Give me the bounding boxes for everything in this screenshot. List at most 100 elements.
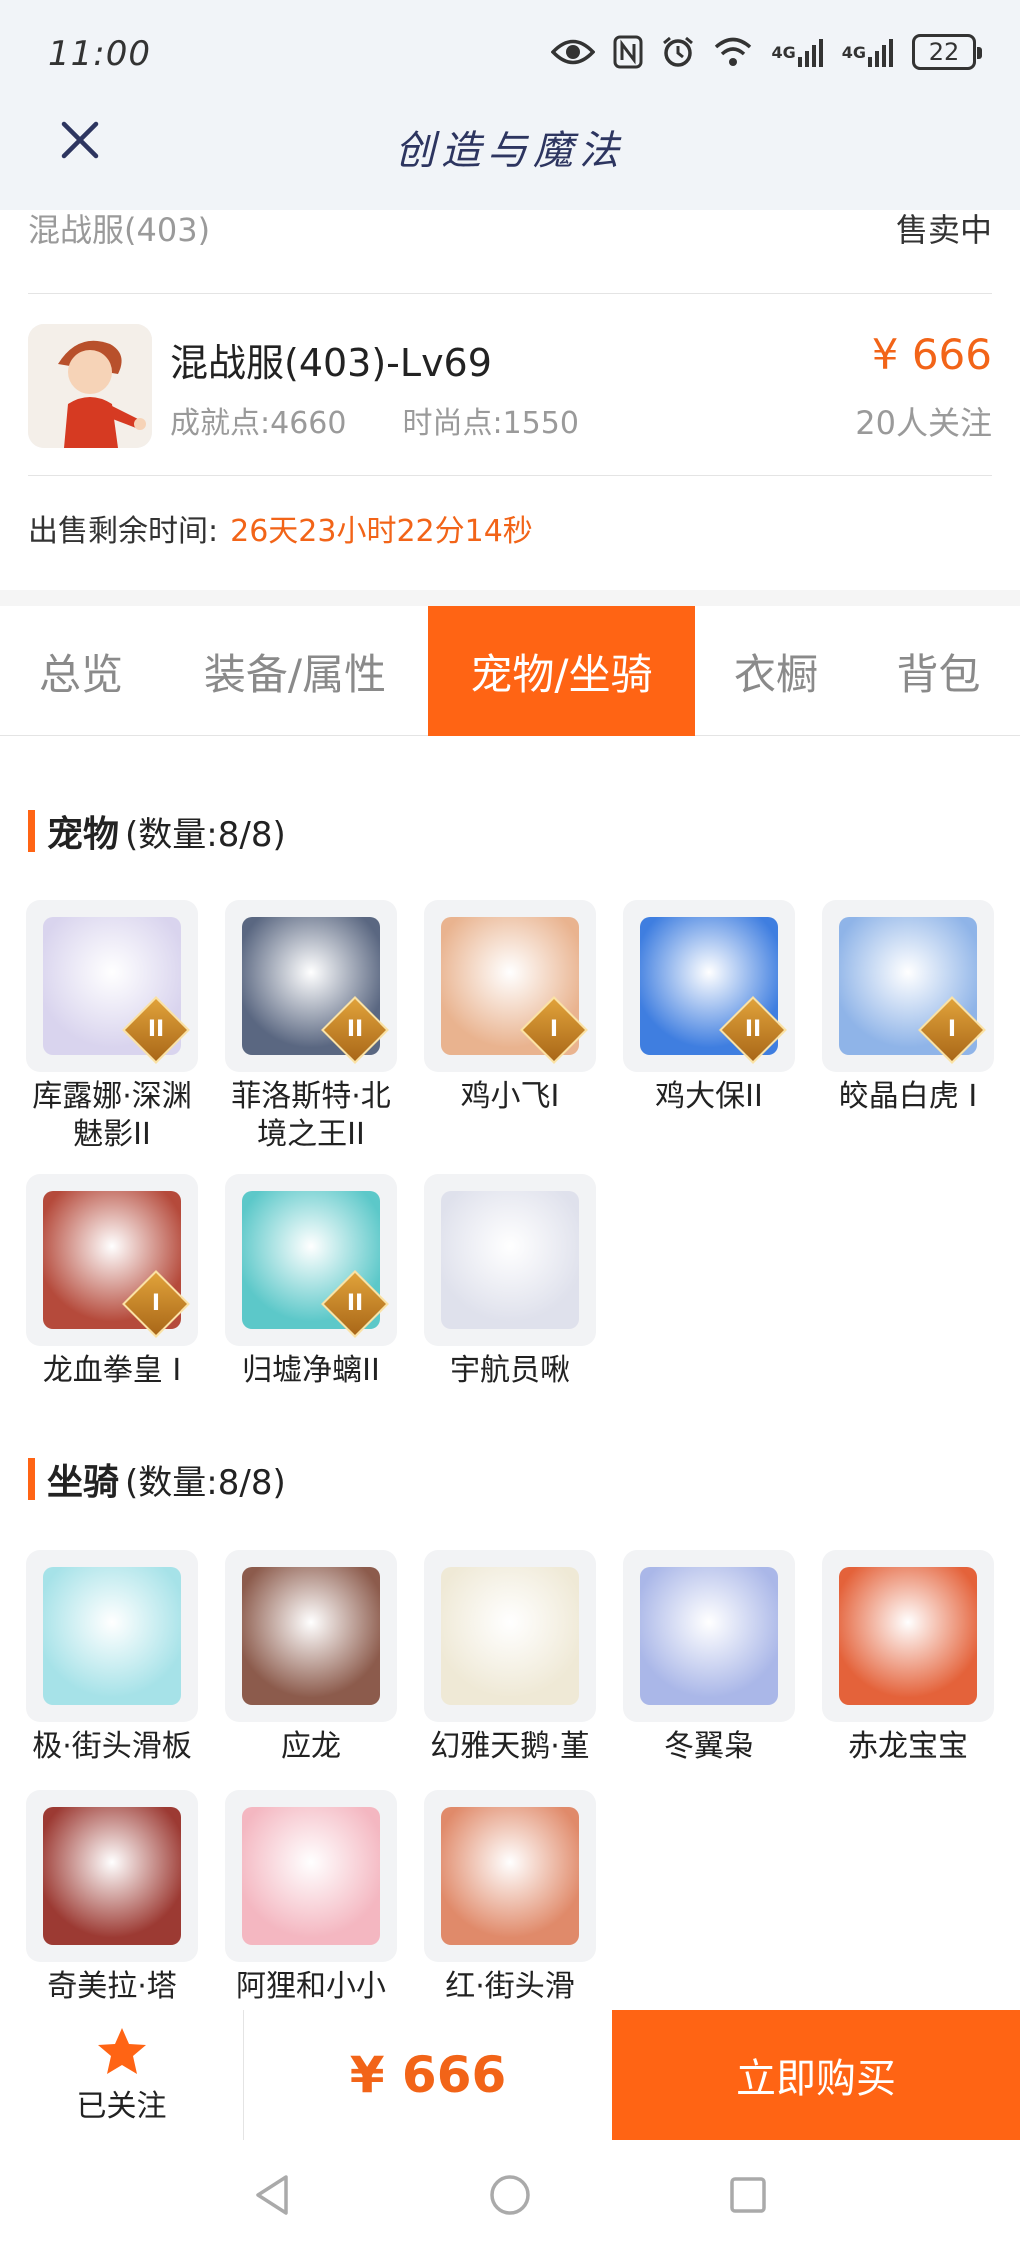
pet-card[interactable]: I 鸡小飞I	[424, 900, 596, 1154]
pet-name: 鸡小飞I	[460, 1079, 560, 1114]
item-artwork	[640, 1567, 778, 1705]
pet-image: I	[424, 900, 596, 1072]
pet-card[interactable]: 宇航员啾	[424, 1174, 596, 1390]
mount-image	[225, 1550, 397, 1722]
star-icon	[97, 2028, 146, 2074]
pets-section-header: 宠物 (数量:8/8)	[28, 806, 286, 856]
signal-icon-2: 4G	[842, 37, 894, 67]
tab-equipment[interactable]: 装备/属性	[162, 606, 428, 736]
section-divider	[0, 590, 1020, 606]
recents-icon	[730, 2177, 766, 2213]
mount-name: 红·街头滑	[445, 1969, 575, 2004]
character-stats: 成就点:4660 时尚点:1550	[170, 398, 579, 442]
buy-now-button[interactable]: 立即购买	[612, 2010, 1020, 2140]
pet-card[interactable]: I 龙血拳皇 I	[26, 1174, 198, 1390]
tab-pets-mounts[interactable]: 宠物/坐骑	[428, 606, 695, 736]
pets-count: (数量:8/8)	[125, 814, 286, 855]
mount-name: 冬翼枭	[664, 1729, 754, 1764]
item-artwork	[441, 1807, 579, 1945]
server-row: 混战服(403) 售卖中	[28, 210, 992, 294]
mount-image	[26, 1550, 198, 1722]
home-nav-button[interactable]	[486, 2171, 534, 2219]
pet-name: 皎晶白虎 I	[838, 1079, 978, 1114]
mount-card[interactable]: 奇美拉·塔	[26, 1790, 198, 2010]
pet-card[interactable]: II 菲洛斯特·北境之王II	[225, 900, 397, 1154]
grade-badge-label: II	[346, 1017, 364, 1042]
mount-card[interactable]: 红·街头滑	[424, 1790, 596, 2010]
item-artwork	[242, 1567, 380, 1705]
grade-badge-label: I	[151, 1291, 161, 1316]
pet-card[interactable]: II 库露娜·深渊魅影II	[26, 900, 198, 1154]
tab-backpack[interactable]: 背包	[857, 606, 1020, 736]
pet-image: II	[623, 900, 795, 1072]
recents-nav-button[interactable]	[724, 2171, 772, 2219]
pet-card[interactable]: I 皎晶白虎 I	[822, 900, 994, 1154]
page-title: 创造与魔法	[395, 128, 625, 174]
back-icon	[256, 2175, 288, 2215]
mount-card[interactable]: 冬翼枭	[623, 1550, 795, 1770]
fashion-points: 时尚点:1550	[402, 406, 579, 441]
grade-badge-label: I	[947, 1017, 957, 1042]
pet-name: 库露娜·深渊魅影II	[32, 1079, 192, 1152]
pets-title: 宠物	[47, 814, 120, 855]
eye-icon	[551, 37, 596, 67]
status-time: 11:00	[48, 34, 151, 74]
remaining-label: 出售剩余时间:	[28, 514, 219, 549]
pet-image: I	[26, 1174, 198, 1346]
mounts-grid: 极·街头滑板 应龙 幻雅天鹅·堇 冬翼枭 赤龙宝宝奇美拉·塔 阿狸和小小 红·街头滑	[26, 1550, 996, 2010]
item-artwork	[43, 1567, 181, 1705]
follow-label: 已关注	[76, 2089, 167, 2124]
item-artwork	[43, 1807, 181, 1945]
pet-image: II	[225, 1174, 397, 1346]
mount-image	[424, 1790, 596, 1962]
tab-overview[interactable]: 总览	[0, 606, 162, 736]
pet-image: II	[26, 900, 198, 1072]
pet-card[interactable]: II 归墟净螭II	[225, 1174, 397, 1390]
character-avatar	[28, 324, 152, 448]
mounts-title: 坐骑	[47, 1462, 120, 1503]
mount-image	[424, 1550, 596, 1722]
bottom-action-bar: 已关注 ¥ 666 立即购买	[0, 2010, 1020, 2140]
pet-card[interactable]: II 鸡大保II	[623, 900, 795, 1154]
grade-badge-label: I	[549, 1017, 559, 1042]
pet-name: 归墟净螭II	[242, 1353, 380, 1388]
server-name: 混战服(403)	[28, 211, 211, 249]
pet-image: I	[822, 900, 994, 1072]
mount-image	[822, 1550, 994, 1722]
remaining-value: 26天23小时22分14秒	[230, 514, 533, 549]
mount-card[interactable]: 极·街头滑板	[26, 1550, 198, 1770]
remaining-time: 出售剩余时间: 26天23小时22分14秒	[28, 506, 533, 550]
pet-name: 菲洛斯特·北境之王II	[231, 1079, 391, 1152]
grade-badge-label: II	[346, 1291, 364, 1316]
system-nav-bar	[0, 2140, 1020, 2250]
mount-image	[623, 1550, 795, 1722]
tab-wardrobe[interactable]: 衣橱	[695, 606, 857, 736]
pets-grid: II 库露娜·深渊魅影II II 菲洛斯特·北境之王II I 鸡小飞I II 鸡大保II I 皎晶…	[26, 900, 996, 1390]
pet-name: 鸡大保II	[655, 1079, 763, 1114]
mount-card[interactable]: 应龙	[225, 1550, 397, 1770]
bottom-price: ¥ 666	[349, 2046, 507, 2104]
battery-icon: 22	[912, 34, 982, 70]
character-row[interactable]: 混战服(403)-Lv69 成就点:4660 时尚点:1550 ¥ 666 20…	[28, 296, 992, 476]
back-nav-button[interactable]	[248, 2171, 296, 2219]
mount-name: 奇美拉·塔	[47, 1969, 177, 2004]
item-artwork	[441, 1567, 579, 1705]
mount-name: 赤龙宝宝	[848, 1729, 968, 1764]
watcher-count: 20人关注	[855, 404, 992, 442]
character-name: 混战服(403)-Lv69	[170, 341, 492, 385]
tab-bar: 总览 装备/属性 宠物/坐骑 衣橱 背包	[0, 606, 1020, 736]
grade-badge-label: II	[744, 1017, 762, 1042]
follow-button[interactable]: 已关注	[0, 2010, 244, 2140]
alarm-icon	[661, 35, 695, 69]
item-artwork	[839, 1567, 977, 1705]
status-icons: 4G 4G 22	[551, 30, 982, 74]
section-accent-bar	[28, 810, 35, 852]
wifi-icon	[713, 36, 753, 68]
mount-image	[26, 1790, 198, 1962]
pet-name: 宇航员啾	[450, 1353, 570, 1388]
grade-badge-label: II	[147, 1017, 165, 1042]
mount-card[interactable]: 幻雅天鹅·堇	[424, 1550, 596, 1770]
mount-card[interactable]: 阿狸和小小	[225, 1790, 397, 2010]
mount-card[interactable]: 赤龙宝宝	[822, 1550, 994, 1770]
mounts-count: (数量:8/8)	[125, 1462, 286, 1503]
